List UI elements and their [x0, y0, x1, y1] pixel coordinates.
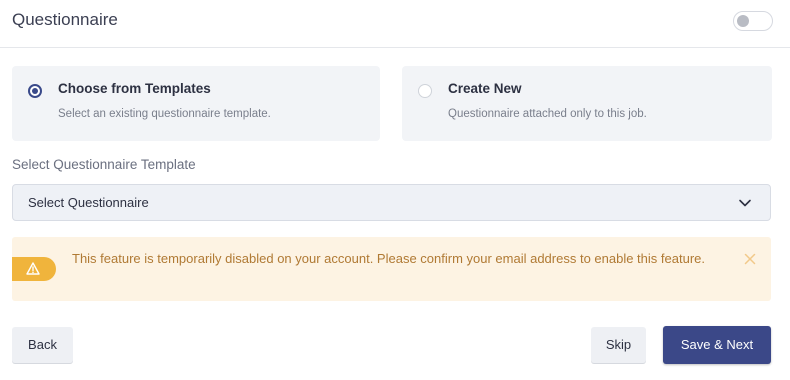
alert-icon-badge: [12, 257, 56, 281]
page-title: Questionnaire: [12, 10, 118, 29]
option-create-new[interactable]: Create New Questionnaire attached only t…: [402, 66, 772, 141]
option-title: Create New: [448, 81, 522, 96]
warning-icon: [26, 262, 40, 275]
radio-choose-templates[interactable]: [28, 84, 42, 98]
option-description: Questionnaire attached only to this job.: [448, 108, 647, 120]
option-choose-from-templates[interactable]: Choose from Templates Select an existing…: [12, 66, 380, 141]
option-description: Select an existing questionnaire templat…: [58, 108, 271, 120]
option-title: Choose from Templates: [58, 81, 211, 96]
skip-button[interactable]: Skip: [591, 327, 646, 363]
back-button[interactable]: Back: [12, 327, 73, 363]
template-select-label: Select Questionnaire Template: [12, 157, 196, 172]
questionnaire-header: Questionnaire: [0, 0, 790, 48]
questionnaire-toggle[interactable]: [733, 11, 773, 31]
radio-create-new[interactable]: [418, 84, 432, 98]
alert-message: This feature is temporarily disabled on …: [72, 251, 705, 266]
close-icon[interactable]: [742, 251, 758, 267]
save-next-button[interactable]: Save & Next: [663, 326, 771, 364]
toggle-knob: [737, 15, 749, 27]
questionnaire-select[interactable]: Select Questionnaire: [12, 184, 771, 221]
select-value: Select Questionnaire: [28, 195, 149, 210]
chevron-down-icon: [739, 199, 751, 207]
feature-disabled-alert: This feature is temporarily disabled on …: [12, 237, 771, 301]
